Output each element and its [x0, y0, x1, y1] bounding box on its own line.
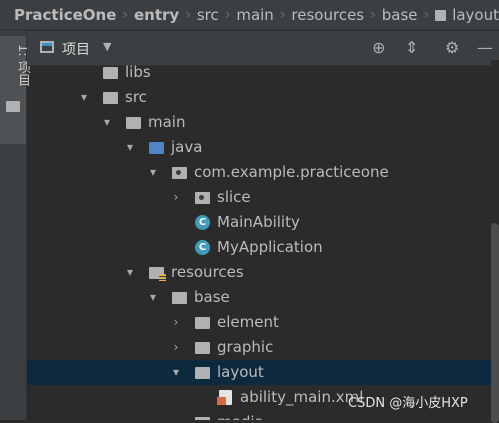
project-view-icon: [40, 41, 54, 53]
locate-file-icon[interactable]: ⊕: [372, 38, 385, 57]
tree-item-media[interactable]: › media: [27, 410, 491, 420]
vertical-scrollbar[interactable]: [491, 60, 499, 423]
tree-item-resources[interactable]: ▾ resources: [27, 260, 491, 285]
tree-item-label: src: [125, 88, 147, 106]
tree-item-layout[interactable]: ▾ layout: [27, 360, 491, 385]
project-tool-window-tab[interactable]: 1: 项目: [0, 36, 30, 144]
package-icon: [195, 192, 210, 204]
breadcrumb-base[interactable]: base: [382, 6, 418, 24]
folder-icon: [172, 292, 187, 304]
tree-item-label: main: [148, 113, 186, 131]
folder-icon: [195, 317, 210, 329]
folder-icon: [103, 67, 118, 79]
tree-item-label: MyApplication: [217, 238, 323, 256]
breadcrumb-separator: ›: [224, 6, 231, 23]
chevron-right-icon[interactable]: ›: [169, 185, 183, 210]
breadcrumb-main[interactable]: main: [236, 6, 273, 24]
tree-item-package[interactable]: ▾ com.example.practiceone: [27, 160, 491, 185]
package-icon: [172, 167, 187, 179]
tree-item-label: libs: [125, 63, 151, 81]
breadcrumb-separator: ›: [423, 6, 430, 23]
tree-item-main[interactable]: ▾ main: [27, 110, 491, 135]
tree-item-label: layout: [217, 363, 264, 381]
breadcrumb-src[interactable]: src: [197, 6, 219, 24]
folder-icon: [126, 117, 141, 129]
chevron-down-icon[interactable]: ▾: [123, 260, 137, 285]
watermark: CSDN @海小皮HXP: [348, 396, 468, 411]
breadcrumb-project[interactable]: PracticeOne: [14, 6, 116, 24]
breadcrumb-separator: ›: [370, 6, 376, 23]
navigation-breadcrumb: PracticeOne › entry › src › main › resou…: [0, 0, 499, 30]
tree-item-src[interactable]: ▾ src: [27, 85, 491, 110]
tree-item-label: slice: [217, 188, 251, 206]
project-view-selector[interactable]: 项目: [62, 39, 90, 59]
source-folder-icon: [149, 142, 164, 154]
folder-icon: [6, 101, 20, 112]
chevron-down-icon[interactable]: ▾: [77, 85, 91, 110]
resources-folder-icon: [149, 267, 166, 281]
class-icon: C: [195, 215, 210, 230]
gear-icon[interactable]: ⚙: [445, 38, 459, 57]
chevron-down-icon[interactable]: ▾: [123, 135, 137, 160]
folder-icon: [195, 342, 210, 354]
tree-item-element[interactable]: › element: [27, 310, 491, 335]
tree-item-mainability[interactable]: C MainAbility: [27, 210, 491, 235]
tree-item-label: base: [194, 288, 230, 306]
tree-item-label: element: [217, 313, 279, 331]
scrollbar-thumb[interactable]: [491, 223, 499, 423]
chevron-right-icon[interactable]: ›: [169, 335, 183, 360]
tree-item-graphic[interactable]: › graphic: [27, 335, 491, 360]
chevron-down-icon[interactable]: ▾: [100, 110, 114, 135]
tree-item-libs[interactable]: libs: [27, 60, 491, 85]
tool-window-strip: 1: 项目: [0, 30, 30, 420]
breadcrumb-separator: ›: [122, 6, 128, 23]
tree-item-java[interactable]: ▾ java: [27, 135, 491, 160]
breadcrumb-layout[interactable]: layout: [452, 6, 499, 24]
tree-item-base[interactable]: ▾ base: [27, 285, 491, 310]
tree-item-label: MainAbility: [217, 213, 300, 231]
tree-item-label: resources: [171, 263, 244, 281]
chevron-down-icon[interactable]: ▾: [146, 285, 160, 310]
chevron-right-icon[interactable]: ›: [169, 410, 183, 420]
hide-panel-icon[interactable]: —: [477, 38, 493, 57]
xml-file-icon: [217, 390, 232, 405]
folder-icon: [435, 10, 447, 21]
folder-icon: [103, 92, 118, 104]
folder-icon: [195, 367, 210, 379]
breadcrumb-module[interactable]: entry: [134, 6, 179, 24]
breadcrumb-separator: ›: [185, 6, 191, 23]
chevron-down-icon[interactable]: ▾: [169, 360, 183, 385]
tree-item-label: com.example.practiceone: [194, 163, 389, 181]
breadcrumb-separator: ›: [279, 6, 286, 23]
collapse-all-icon[interactable]: ⇕: [405, 38, 418, 57]
tree-item-label: java: [171, 138, 203, 156]
breadcrumb-resources[interactable]: resources: [291, 6, 364, 24]
class-icon: C: [195, 240, 210, 255]
chevron-down-icon[interactable]: ▾: [146, 160, 160, 185]
tree-item-label: ability_main.xml: [240, 388, 364, 406]
chevron-right-icon[interactable]: ›: [169, 310, 183, 335]
tree-item-slice[interactable]: › slice: [27, 185, 491, 210]
chevron-down-icon[interactable]: ▼: [103, 40, 111, 53]
tree-item-label: media: [217, 410, 264, 420]
tree-item-myapplication[interactable]: C MyApplication: [27, 235, 491, 260]
project-tree: libs ▾ src ▾ main ▾ java ▾ com.example.p…: [27, 60, 499, 420]
tree-item-label: graphic: [217, 338, 274, 356]
